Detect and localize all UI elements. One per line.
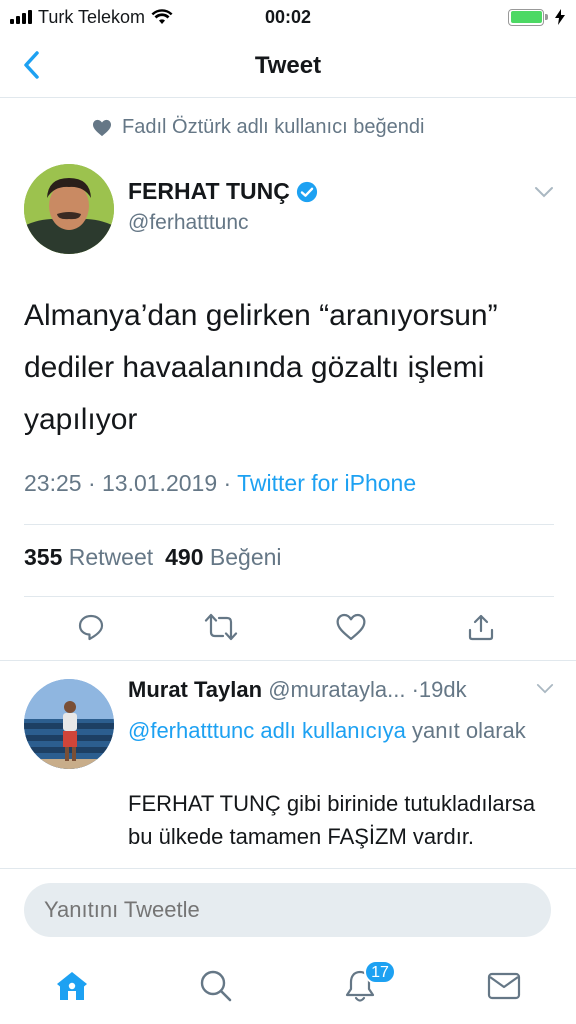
reply-composer <box>0 868 576 948</box>
social-context: Fadıl Öztürk adlı kullanıcı beğendi <box>92 116 424 139</box>
retweet-label: Retweet <box>68 544 154 570</box>
tab-home[interactable] <box>52 966 92 1006</box>
author-handle[interactable]: @ferhatttunc <box>128 211 249 235</box>
chevron-down-icon[interactable] <box>534 186 554 198</box>
heart-icon <box>336 613 366 640</box>
reply-tweet[interactable]: Murat Taylan @muratayla... ·19dk @ferhat… <box>0 660 576 868</box>
tweet-text: Almanya’dan gelirken “aranıyorsun” dedil… <box>24 299 498 436</box>
divider <box>24 596 554 597</box>
clock: 00:02 <box>264 6 312 27</box>
tweet-source-link[interactable]: Twitter for iPhone <box>237 470 416 496</box>
tweet-author: FERHAT TUNÇ @ferhatttunc <box>24 164 554 254</box>
verified-badge-icon <box>296 181 317 202</box>
reply-mention-link[interactable]: @ferhatttunc adlı kullanıcıya <box>128 718 406 743</box>
tweet-meta: 23:25 · 13.01.2019 · Twitter for iPhone <box>24 470 416 497</box>
retweet-stat[interactable]: 355 Retweet <box>24 544 153 571</box>
divider <box>24 524 554 525</box>
reply-button[interactable] <box>74 610 108 644</box>
author-name: FERHAT TUNÇ <box>128 178 290 204</box>
wifi-icon <box>151 9 173 24</box>
retweet-button[interactable] <box>204 610 238 644</box>
author-name-row[interactable]: FERHAT TUNÇ <box>128 178 318 205</box>
reply-author-handle[interactable]: @muratayla... <box>268 677 405 702</box>
like-label: Beğeni <box>209 544 282 570</box>
battery-icon <box>508 8 548 26</box>
reply-context: @ferhatttunc adlı kullanıcıya yanıt olar… <box>128 713 548 749</box>
retweet-icon <box>204 613 238 641</box>
tweet-stats: 355 Retweet 490 Beğeni <box>24 544 282 571</box>
like-stat[interactable]: 490 Beğeni <box>165 544 281 571</box>
heart-filled-icon <box>93 119 111 136</box>
home-icon <box>57 972 87 1000</box>
tweet-actions <box>0 606 576 650</box>
like-button[interactable] <box>334 610 368 644</box>
status-left: Turk Telekom <box>10 7 173 28</box>
author-avatar[interactable] <box>24 164 114 254</box>
charging-icon <box>555 9 565 25</box>
page-title: Tweet <box>254 51 322 79</box>
reply-text: FERHAT TUNÇ gibi birinide tutukladılarsa… <box>128 791 536 849</box>
reply-header: Murat Taylan @muratayla... ·19dk <box>128 677 528 703</box>
share-icon <box>468 614 494 641</box>
nav-bar: Tweet <box>0 34 576 98</box>
tab-search[interactable] <box>196 966 236 1006</box>
tweet-timestamp: 23:25 · 13.01.2019 · <box>24 470 238 496</box>
share-button[interactable] <box>464 610 498 644</box>
carrier-label: Turk Telekom <box>38 6 146 27</box>
search-icon <box>200 970 232 1002</box>
reply-author-name[interactable]: Murat Taylan <box>128 677 262 702</box>
reply-context-suffix: yanıt olarak <box>405 718 526 743</box>
chevron-down-icon[interactable] <box>536 683 554 694</box>
retweet-count: 355 <box>24 544 63 570</box>
reply-avatar[interactable] <box>24 679 114 769</box>
social-context-text: Fadıl Öztürk adlı kullanıcı beğendi <box>122 116 425 138</box>
like-count: 490 <box>165 544 204 570</box>
notifications-badge: 17 <box>364 960 396 984</box>
reply-time: ·19dk <box>411 677 467 702</box>
reply-bubble-icon <box>78 614 104 641</box>
status-right <box>508 8 566 26</box>
mail-icon <box>487 972 521 1000</box>
tab-bar <box>0 948 576 1024</box>
back-chevron-icon[interactable] <box>18 48 48 82</box>
reply-input[interactable] <box>24 883 551 937</box>
status-bar: Turk Telekom 00:02 <box>0 0 576 34</box>
signal-icon <box>10 10 32 24</box>
tab-messages[interactable] <box>484 966 524 1006</box>
